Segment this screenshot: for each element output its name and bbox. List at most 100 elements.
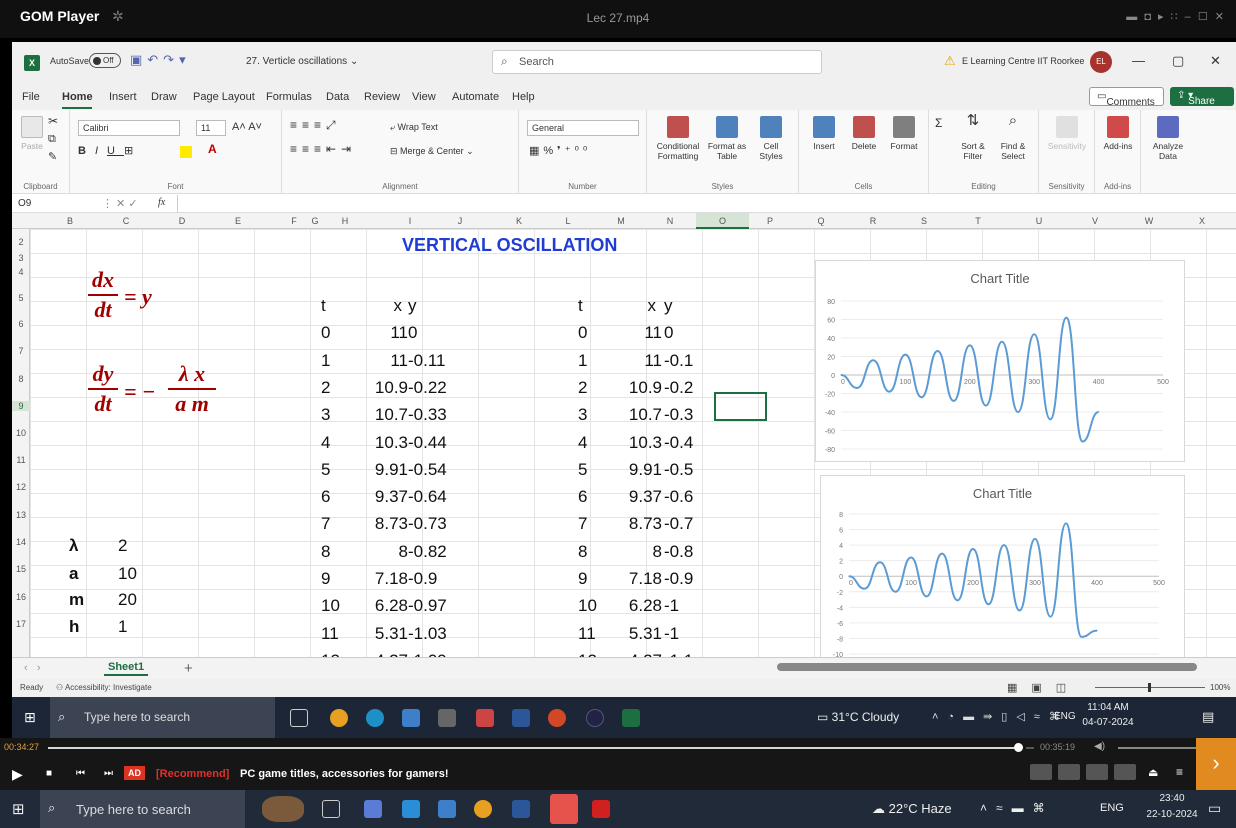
table1-cell[interactable]: 0 — [408, 323, 454, 343]
table2-cell[interactable]: 11 — [616, 351, 662, 371]
table2-cell[interactable]: 3 — [578, 405, 604, 425]
table1-header[interactable]: t — [321, 296, 361, 316]
addins-button[interactable]: Add-ins — [1099, 116, 1137, 151]
table1-cell[interactable]: -0.11 — [408, 351, 454, 371]
row-header[interactable]: 12 — [12, 482, 30, 492]
table1-cell[interactable]: 10.3 — [362, 433, 408, 453]
view-buttons[interactable]: ▦▣◫ — [1007, 681, 1080, 694]
formula-input[interactable] — [186, 196, 1226, 212]
conditional-formatting-button[interactable]: Conditional Formatting — [653, 116, 703, 161]
table1-cell[interactable]: 11 — [362, 323, 408, 343]
table2-cell[interactable]: -0.6 — [664, 487, 710, 507]
ad-text[interactable]: PC game titles, accessories for gamers! — [240, 768, 448, 780]
taskbar-search[interactable]: ⌕ Type here to search — [50, 697, 275, 738]
table2-cell[interactable]: 8 — [578, 542, 604, 562]
equalizer-icon[interactable] — [1058, 764, 1080, 780]
table1-cell[interactable]: 10 — [321, 596, 347, 616]
table2-cell[interactable]: 11 — [616, 323, 662, 343]
table2-cell[interactable]: -0.8 — [664, 542, 710, 562]
cell-styles-button[interactable]: Cell Styles — [751, 116, 791, 161]
number-format-buttons[interactable]: ▦%❜⁺⁰⁰ — [529, 146, 591, 157]
col-header[interactable]: P — [755, 216, 785, 226]
clock-date[interactable]: 04-07-2024 — [1080, 717, 1136, 728]
excel-taskbar-icon[interactable] — [622, 709, 640, 727]
table2-cell[interactable]: 6 — [578, 487, 604, 507]
zoom-thumb[interactable] — [1148, 683, 1151, 692]
clock-time[interactable]: 11:04 AM — [1082, 702, 1134, 713]
row-header[interactable]: 11 — [12, 455, 30, 465]
table1-cell[interactable]: 8 — [362, 542, 408, 562]
subtitle-icon[interactable] — [1086, 764, 1108, 780]
table1-cell[interactable]: 5.31 — [362, 624, 408, 644]
acrobat-icon[interactable] — [592, 800, 610, 818]
row-header[interactable]: 5 — [12, 293, 30, 303]
table1-cell[interactable]: 9.91 — [362, 460, 408, 480]
tab-page-layout[interactable]: Page Layout — [193, 91, 255, 103]
store-icon[interactable] — [402, 800, 420, 818]
align-top-icons[interactable]: ≡≡≡⤢ — [290, 119, 341, 131]
next-icon[interactable]: ⏭ — [104, 768, 113, 779]
warning-icon[interactable]: ⚠ — [944, 53, 956, 69]
table1-cell[interactable]: 11 — [362, 351, 408, 371]
weather-widget[interactable]: ▭ 31°C Cloudy — [817, 710, 899, 724]
table2-cell[interactable]: -0.3 — [664, 405, 710, 425]
table1-cell[interactable]: -0.64 — [408, 487, 454, 507]
share-button[interactable]: ⇪ Share ▾ — [1170, 87, 1234, 107]
system-tray-icons[interactable]: ˄◔▬⇛▯◁≈⌘ — [932, 710, 1069, 723]
col-header[interactable]: B — [42, 216, 98, 226]
param-symbol[interactable]: λ — [69, 536, 78, 556]
font-name-select[interactable]: Calibri — [78, 120, 180, 136]
taskbar-search[interactable]: ⌕ Type here to search — [40, 790, 245, 828]
row-header[interactable]: 15 — [12, 564, 30, 574]
tab-home[interactable]: Home — [62, 91, 93, 103]
table1-cell[interactable]: -0.33 — [408, 405, 454, 425]
table1-cell[interactable]: 8 — [321, 542, 347, 562]
powerpoint-icon[interactable] — [548, 709, 566, 727]
table2-cell[interactable]: -0.1 — [664, 351, 710, 371]
row-header[interactable]: 4 — [12, 267, 30, 277]
volume-icon[interactable]: ◀) — [1094, 741, 1105, 752]
col-header[interactable]: W — [1134, 216, 1164, 226]
selected-cell-O9[interactable] — [714, 392, 767, 421]
sheet-tab-sheet1[interactable]: Sheet1 — [104, 660, 149, 676]
table1-cell[interactable]: 6 — [321, 487, 347, 507]
table2-cell[interactable]: 4 — [578, 433, 604, 453]
table2-cell[interactable]: 9 — [578, 569, 604, 589]
col-header[interactable]: D — [154, 216, 210, 226]
col-header[interactable]: V — [1080, 216, 1110, 226]
restore-icon[interactable]: ▢ — [1172, 53, 1184, 69]
col-header[interactable]: I — [395, 216, 425, 226]
merge-center-button[interactable]: ⊟ Merge & Center ⌄ — [390, 146, 474, 156]
minimize-icon[interactable]: — — [1132, 53, 1145, 68]
col-header[interactable]: J — [445, 216, 475, 226]
table1-cell[interactable]: 4 — [321, 433, 347, 453]
row-header[interactable]: 7 — [12, 346, 30, 356]
weather-widget[interactable]: ☁ 22°C Haze — [872, 801, 952, 817]
menu-icon[interactable]: ≡ — [1176, 765, 1183, 779]
word-icon[interactable] — [512, 709, 530, 727]
quick-access-toolbar[interactable]: ▣↶↷▾ — [130, 52, 191, 68]
file-explorer-icon[interactable] — [402, 709, 420, 727]
col-header[interactable]: X — [1187, 216, 1217, 226]
ad-prefix[interactable]: [Recommend] — [156, 768, 229, 780]
system-tray-icons[interactable]: ˄≈▬⌘ — [980, 801, 1054, 815]
fill-color-icon[interactable] — [180, 146, 192, 158]
format-cells-button[interactable]: Format — [885, 116, 923, 151]
col-header[interactable]: U — [1024, 216, 1054, 226]
insert-cells-button[interactable]: Insert — [805, 116, 843, 151]
autosave-toggle[interactable]: Off — [89, 53, 121, 68]
table2-cell[interactable]: 6.28 — [616, 596, 662, 616]
clock-time[interactable]: 23:40 — [1144, 793, 1200, 804]
sidebar-toggle-button[interactable]: › — [1196, 738, 1236, 790]
table1-cell[interactable]: 10.9 — [362, 378, 408, 398]
font-color-icon[interactable]: A — [208, 143, 217, 155]
col-header[interactable]: Q — [806, 216, 836, 226]
accessibility-status[interactable]: ⚇ Accessibility: Investigate — [56, 683, 152, 692]
row-header[interactable]: 6 — [12, 319, 30, 329]
stop-icon[interactable]: ■ — [46, 768, 52, 779]
table2-cell[interactable]: 11 — [578, 624, 604, 644]
table1-cell[interactable]: -0.44 — [408, 433, 454, 453]
table1-cell[interactable]: 5 — [321, 460, 347, 480]
clock-date[interactable]: 22-10-2024 — [1144, 809, 1200, 820]
table2-header[interactable]: y — [664, 296, 704, 316]
